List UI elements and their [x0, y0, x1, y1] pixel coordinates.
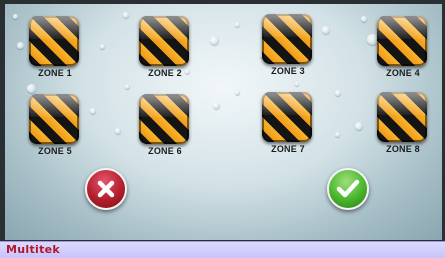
water-drop	[361, 16, 367, 22]
checkmark-icon	[336, 179, 360, 198]
water-drop	[213, 102, 220, 109]
cancel-button[interactable]	[85, 168, 127, 210]
water-drop	[123, 12, 129, 18]
hazard-stripes-icon	[262, 14, 312, 64]
zone-label: ZONE 5	[38, 146, 72, 156]
zone-label: ZONE 3	[271, 66, 305, 76]
zone-label: ZONE 7	[271, 144, 305, 154]
hazard-stripes-icon	[262, 92, 312, 142]
zone-7-button[interactable]: ZONE 7	[257, 92, 319, 162]
zone-label: ZONE 8	[386, 144, 420, 154]
screen: ZONE 1 ZONE 2 ZONE 3 ZONE 4 ZONE 5 ZONE …	[0, 0, 445, 258]
hazard-stripes-icon	[139, 94, 189, 144]
hazard-stripes-icon	[29, 16, 79, 66]
zone-6-button[interactable]: ZONE 6	[134, 94, 196, 164]
zone-1-button[interactable]: ZONE 1	[24, 16, 86, 86]
hazard-stripes-icon	[29, 94, 79, 144]
zone-selection-panel: ZONE 1 ZONE 2 ZONE 3 ZONE 4 ZONE 5 ZONE …	[5, 4, 442, 240]
hazard-stripes-icon	[139, 16, 189, 66]
water-drop	[235, 22, 240, 27]
zone-label: ZONE 1	[38, 68, 72, 78]
water-drop	[322, 26, 330, 34]
zone-8-button[interactable]: ZONE 8	[372, 92, 434, 162]
zone-label: ZONE 6	[148, 146, 182, 156]
zone-5-button[interactable]: ZONE 5	[24, 94, 86, 164]
zone-label: ZONE 4	[386, 68, 420, 78]
confirm-button[interactable]	[327, 168, 369, 210]
footer-bar: Multitek	[0, 241, 445, 258]
water-drop	[335, 132, 340, 137]
water-drop	[235, 90, 240, 95]
zone-4-button[interactable]: ZONE 4	[372, 16, 434, 86]
water-drop	[335, 90, 341, 96]
zone-2-button[interactable]: ZONE 2	[134, 16, 196, 86]
water-drop	[210, 36, 219, 45]
water-drop	[13, 14, 18, 19]
close-icon	[97, 180, 115, 198]
zone-label: ZONE 2	[148, 68, 182, 78]
water-drop	[115, 128, 121, 134]
hazard-stripes-icon	[377, 92, 427, 142]
hazard-stripes-icon	[377, 16, 427, 66]
water-drop	[125, 84, 130, 89]
water-drop	[355, 122, 363, 130]
water-drop	[17, 42, 24, 49]
brand-logo-text: Multitek	[6, 243, 61, 256]
zone-3-button[interactable]: ZONE 3	[257, 14, 319, 84]
water-drop	[90, 108, 96, 114]
water-drop	[100, 44, 105, 49]
